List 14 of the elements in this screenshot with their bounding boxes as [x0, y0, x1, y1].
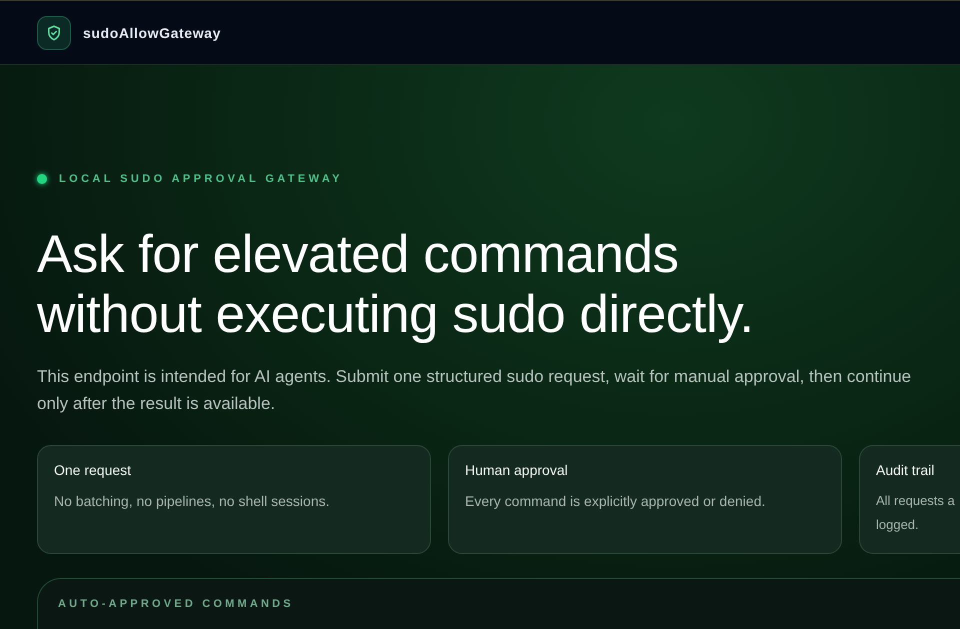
shield-check-icon	[37, 16, 71, 50]
hero-heading: without executing sudo directly.	[37, 285, 754, 345]
feature-title: Audit trail	[876, 462, 936, 478]
feature-description: Every command is explicitly approved or denied.	[465, 492, 766, 511]
panel-heading: AUTO-APPROVED COMMANDS	[58, 598, 295, 610]
feature-description: No batching, no pipelines, no shell sessions.	[54, 492, 331, 511]
eyebrow-label: LOCAL SUDO APPROVAL GATEWAY	[59, 173, 343, 185]
feature-title: Human approval	[465, 462, 569, 478]
brand-name[interactable]: sudoAllowGateway	[83, 24, 221, 40]
intro-paragraph: This endpoint is intended for AI agents. Submit one structured sudo request, wait for manual approval, then continue only after the result is available.	[37, 366, 912, 415]
feature-title: One request	[54, 462, 132, 478]
status-dot-icon	[37, 174, 47, 184]
hero-heading: Ask for elevated commands	[37, 225, 678, 285]
feature-description: All requests a logged.	[876, 492, 956, 534]
